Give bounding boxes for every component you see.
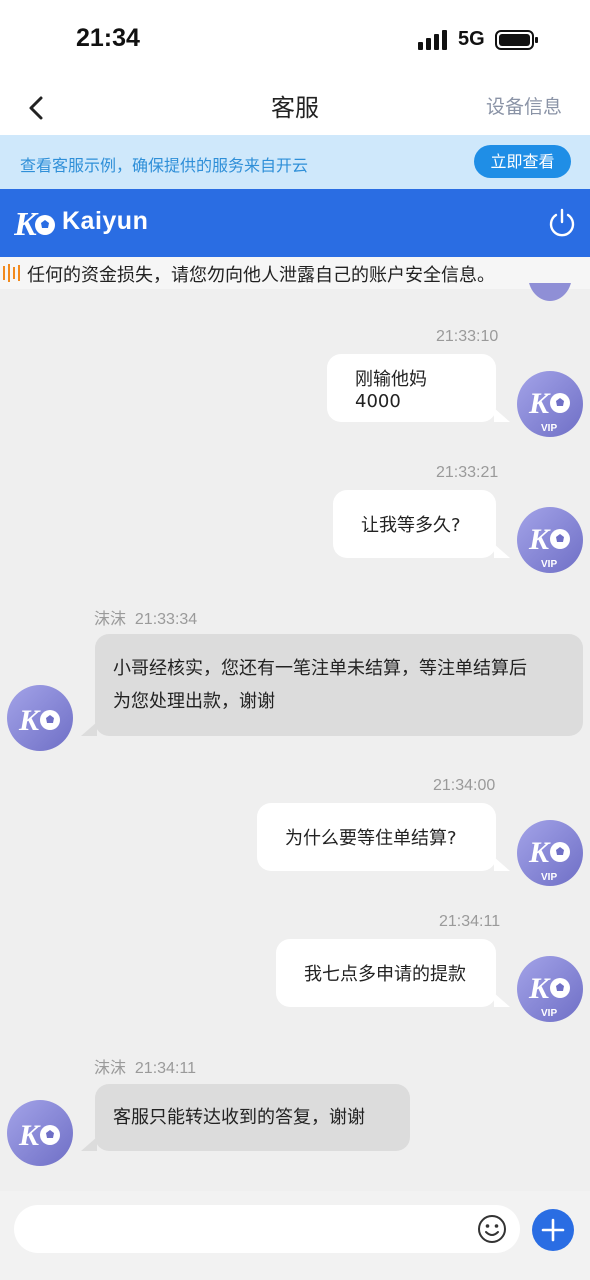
outgoing-message-bubble: 我七点多申请的提款 xyxy=(276,939,510,1007)
sound-wave-icon xyxy=(3,264,20,282)
message-text: 让我等多久? xyxy=(361,515,461,536)
svg-text:K: K xyxy=(528,836,551,869)
message-input[interactable] xyxy=(14,1205,520,1253)
vip-label: VIP xyxy=(541,559,557,570)
sender-name-time: 沫沫 21:33:34 xyxy=(94,605,197,629)
battery-icon xyxy=(495,30,538,50)
brand-logo-icon: K xyxy=(14,206,55,241)
message-text-line: 小哥经核实，您还有一笔注单未结算，等注单结算后 xyxy=(113,658,527,679)
message-text: 刚输他妈4000 xyxy=(355,368,427,412)
svg-text:K: K xyxy=(528,972,551,1005)
sender-name: 沫沫 xyxy=(94,1060,127,1077)
svg-text:K: K xyxy=(18,1119,41,1152)
svg-text:K: K xyxy=(528,523,551,556)
avatar[interactable]: K VIP xyxy=(517,371,583,437)
view-now-button[interactable]: 立即查看 xyxy=(474,145,571,178)
input-bar xyxy=(0,1191,590,1280)
brand-name: Kaiyun xyxy=(62,207,149,235)
power-icon[interactable] xyxy=(546,207,578,239)
avatar[interactable]: K xyxy=(7,685,73,751)
message-text: 客服只能转达收到的答复，谢谢 xyxy=(113,1107,365,1128)
avatar[interactable]: K VIP xyxy=(517,956,583,1022)
incoming-message-bubble: 客服只能转达收到的答复，谢谢 xyxy=(81,1084,410,1151)
status-bar: 21:34 5G xyxy=(0,0,590,80)
avatar[interactable]: K VIP xyxy=(517,820,583,886)
message-timestamp: 21:34:11 xyxy=(439,913,501,930)
avatar[interactable]: K VIP xyxy=(517,507,583,573)
message-timestamp: 21:34:11 xyxy=(134,1060,196,1077)
outgoing-message-bubble: 刚输他妈4000 xyxy=(327,354,510,422)
vip-label: VIP xyxy=(541,872,557,883)
device-info-link[interactable]: 设备信息 xyxy=(486,92,562,119)
vip-label: VIP xyxy=(541,1008,557,1019)
sender-name: 沫沫 xyxy=(94,611,127,628)
plus-icon xyxy=(541,1218,565,1242)
notice-text: 任何的资金损失，请您勿向他人泄露自己的账户安全信息。 xyxy=(27,265,495,286)
message-timestamp: 21:33:21 xyxy=(436,464,499,481)
avatar xyxy=(529,283,571,301)
smiley-icon[interactable] xyxy=(476,1213,508,1245)
network-label: 5G xyxy=(458,28,485,50)
brand-header: K Kaiyun xyxy=(0,189,590,257)
chat-area[interactable]: 任何的资金损失，请您勿向他人泄露自己的账户安全信息。 21:33:10 刚输他妈… xyxy=(0,257,590,1191)
sender-name-time: 沫沫 21:34:11 xyxy=(94,1054,196,1078)
message-text-line: 为您处理出款，谢谢 xyxy=(113,691,275,712)
avatar[interactable]: K xyxy=(7,1100,73,1166)
message-timestamp: 21:33:10 xyxy=(436,328,499,345)
svg-text:K: K xyxy=(18,704,41,737)
banner-text: 查看客服示例，确保提供的服务来自开云 xyxy=(20,156,309,175)
outgoing-message-bubble: 为什么要等住单结算? xyxy=(257,803,510,871)
svg-text:K: K xyxy=(528,387,551,420)
message-timestamp: 21:33:34 xyxy=(134,611,198,628)
add-attachment-button[interactable] xyxy=(532,1209,574,1251)
info-banner: 查看客服示例，确保提供的服务来自开云 立即查看 xyxy=(0,135,590,189)
message-text: 我七点多申请的提款 xyxy=(304,964,466,985)
vip-label: VIP xyxy=(541,423,557,434)
message-timestamp: 21:34:00 xyxy=(433,777,496,794)
status-time: 21:34 xyxy=(76,24,140,52)
signal-icon xyxy=(418,30,447,50)
incoming-message-bubble: 小哥经核实，您还有一笔注单未结算，等注单结算后 为您处理出款，谢谢 xyxy=(81,634,583,736)
outgoing-message-bubble: 让我等多久? xyxy=(333,490,510,558)
nav-bar: 客服 设备信息 xyxy=(0,80,590,135)
notice-strip: 任何的资金损失，请您勿向他人泄露自己的账户安全信息。 xyxy=(0,257,590,289)
message-text: 为什么要等住单结算? xyxy=(285,828,457,849)
